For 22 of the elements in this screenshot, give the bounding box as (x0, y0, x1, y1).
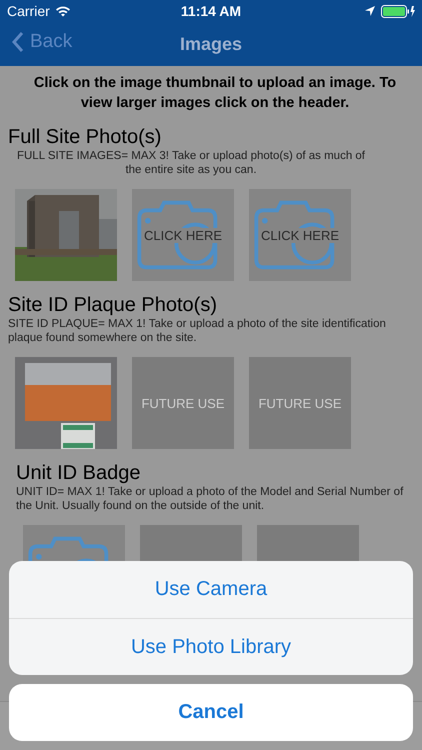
section-heading[interactable]: Full Site Photo(s) (8, 125, 414, 149)
empty-thumbnail[interactable]: FUTURE USE (132, 357, 234, 449)
cancel-button[interactable]: Cancel (9, 684, 413, 741)
upload-thumbnail[interactable]: CLICK HERE (132, 189, 234, 281)
carrier-label: Carrier (7, 3, 50, 19)
upload-thumbnail[interactable]: CLICK HERE (249, 189, 351, 281)
status-time: 11:14 AM (180, 3, 242, 19)
action-button[interactable]: Use Photo Library (9, 618, 413, 675)
chevron-left-icon (12, 31, 24, 53)
location-arrow-icon (364, 5, 376, 17)
section-heading[interactable]: Unit ID Badge (16, 461, 414, 485)
section-heading[interactable]: Site ID Plaque Photo(s) (8, 293, 414, 317)
section-note: FULL SITE IMAGES= MAX 3! Take or upload photo(s) of as much of the entire site as you can. (16, 149, 366, 177)
action-button[interactable]: Use Camera (9, 561, 413, 618)
wifi-icon (54, 5, 71, 17)
empty-thumbnail[interactable]: FUTURE USE (249, 357, 351, 449)
section-note: UNIT ID= MAX 1! Take or upload a photo of the Model and Serial Number of the Unit. Usually found on the outside of the unit. (16, 485, 404, 513)
back-button[interactable]: Back (12, 31, 72, 53)
screen-title: Images (180, 34, 242, 54)
section-note: SITE ID PLAQUE= MAX 1! Take or upload a photo of the site identification plaque found somewhere on the site. (8, 317, 387, 345)
instructions-text: Click on the image thumbnail to upload an image. To view larger images click on the header. (32, 74, 398, 113)
battery-charging-icon (381, 4, 415, 18)
